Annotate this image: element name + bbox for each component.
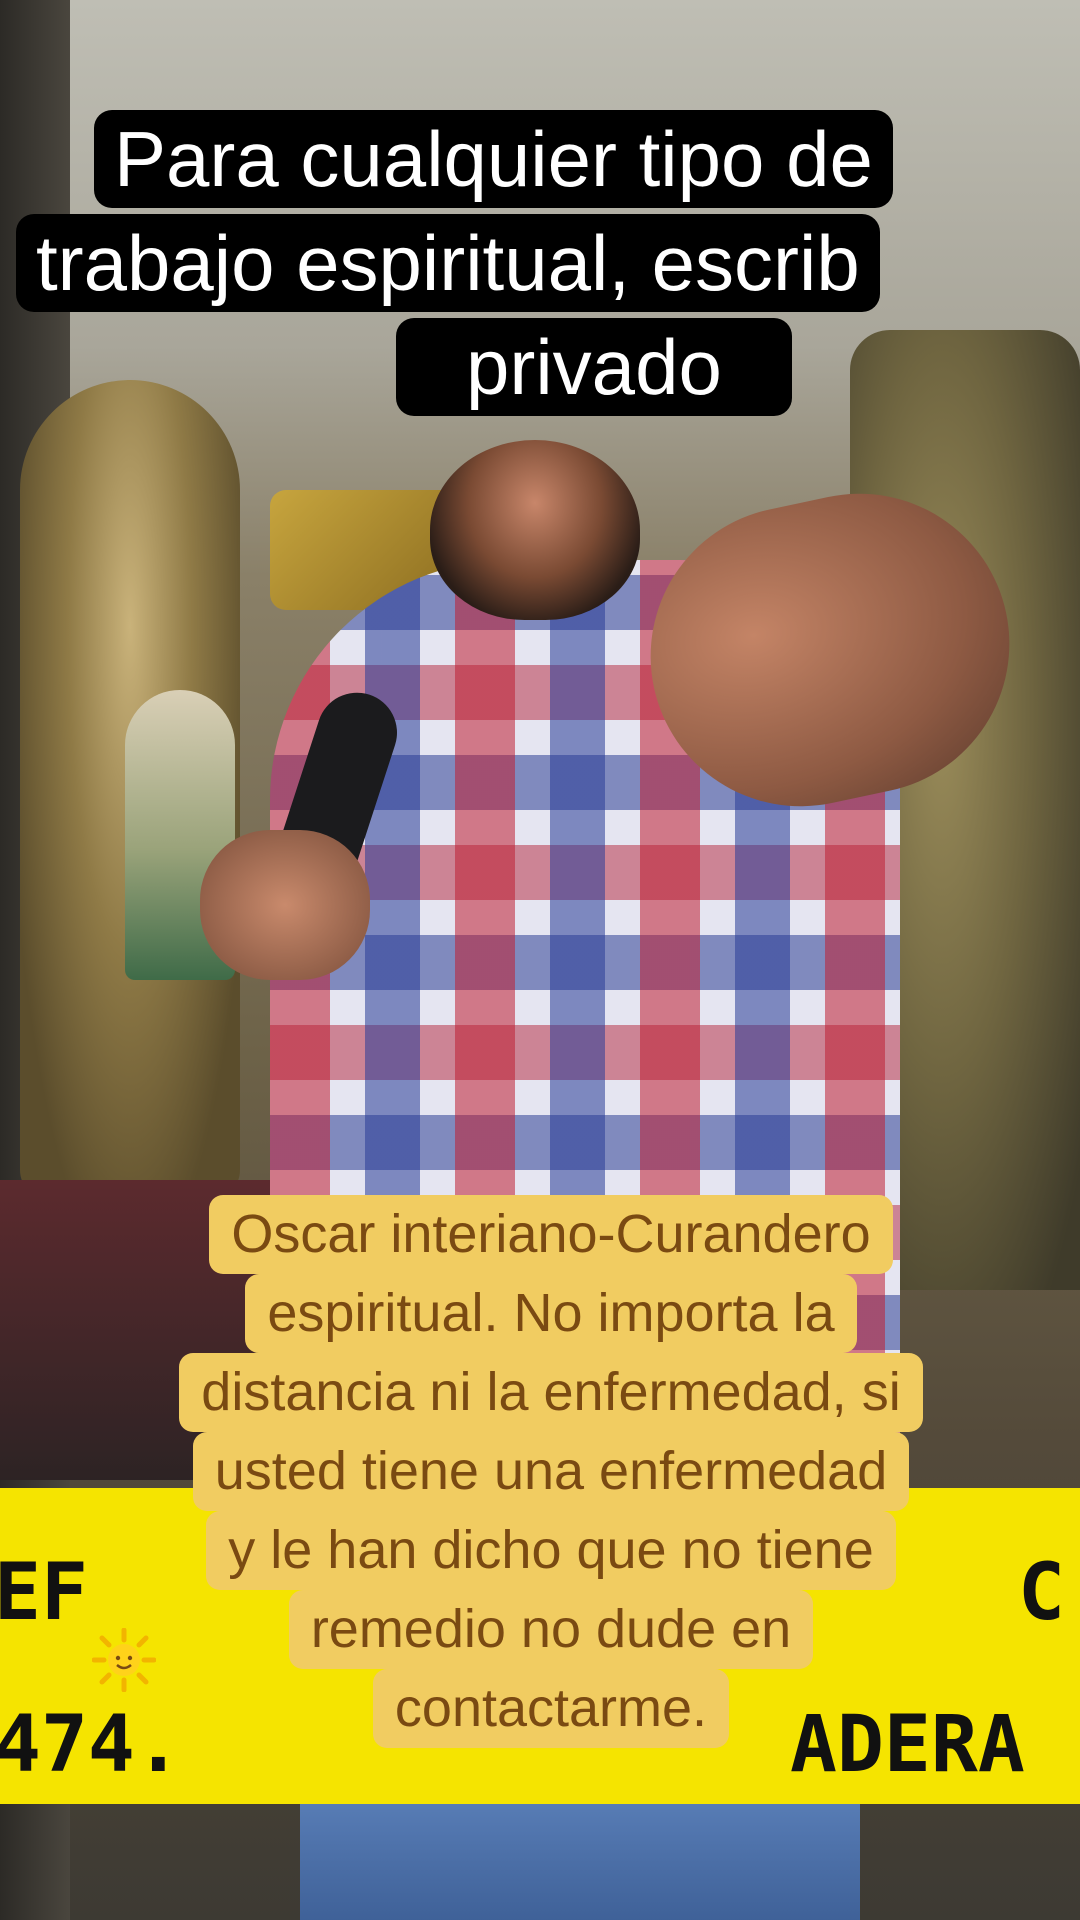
middle-caption-line-4: usted tiene una enfermedad xyxy=(192,1432,910,1511)
top-caption-line-3: privado xyxy=(396,318,792,416)
middle-caption-line-2: espiritual. No importa la xyxy=(245,1274,857,1353)
middle-caption-line-1: Oscar interiano-Curandero xyxy=(209,1195,893,1274)
jeans xyxy=(300,1790,860,1920)
man-head xyxy=(430,440,640,620)
middle-caption-line-5: y le han dicho que no tiene xyxy=(206,1511,896,1590)
middle-caption-line-7: contactarme. xyxy=(372,1669,730,1748)
middle-caption: Oscar interiano-Curandero espiritual. No… xyxy=(56,1195,1046,1748)
middle-caption-line-3: distancia ni la enfermedad, si xyxy=(179,1353,923,1432)
top-caption-line-2: trabajo espiritual, escrib xyxy=(16,214,880,312)
hand-holding-mic xyxy=(200,830,370,980)
top-caption: Para cualquier tipo de trabajo espiritua… xyxy=(16,110,1080,422)
top-caption-line-1: Para cualquier tipo de xyxy=(94,110,893,208)
middle-caption-line-6: remedio no dude en xyxy=(288,1590,814,1669)
